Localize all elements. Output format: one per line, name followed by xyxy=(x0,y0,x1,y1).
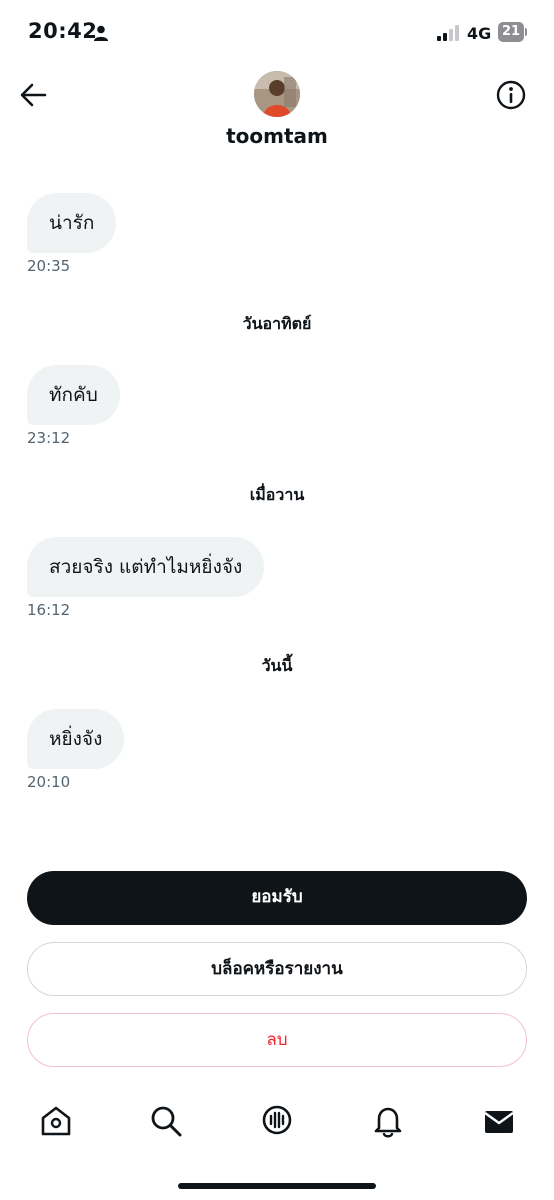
mail-icon[interactable] xyxy=(481,1103,517,1139)
info-icon[interactable] xyxy=(495,79,527,111)
battery-cap xyxy=(525,28,527,36)
accept-button[interactable]: ยอมรับ xyxy=(27,871,527,925)
message-timestamp: 20:10 xyxy=(27,773,71,791)
date-separator: เมื่อวาน xyxy=(249,485,305,504)
battery-level: 21 xyxy=(501,24,521,39)
battery-indicator: 21 xyxy=(498,22,527,42)
date-separator: วันนี้ xyxy=(261,656,293,675)
message-bubble[interactable]: ทักคับ xyxy=(27,365,120,425)
date-separator: วันอาทิตย์ xyxy=(242,314,312,333)
message-bubble[interactable]: น่ารัก xyxy=(27,193,117,253)
conversation-username: toomtam xyxy=(226,124,328,148)
block-report-button[interactable]: บล็อคหรือรายงาน xyxy=(27,942,527,996)
avatar[interactable] xyxy=(254,71,300,117)
spaces-icon[interactable] xyxy=(259,1103,295,1139)
message-bubble[interactable]: หยิ่งจัง xyxy=(27,709,125,769)
search-icon[interactable] xyxy=(148,1103,184,1139)
message-timestamp: 16:12 xyxy=(27,601,71,619)
avatar-image xyxy=(254,71,300,117)
network-label: 4G xyxy=(467,24,492,43)
message-timestamp: 20:35 xyxy=(27,257,71,275)
home-icon[interactable] xyxy=(38,1103,74,1139)
person-icon xyxy=(94,25,108,41)
message-bubble[interactable]: สวยจริง แต่ทำไมหยิ่งจัง xyxy=(27,537,265,597)
arrow-left-icon[interactable] xyxy=(18,80,48,110)
status-time: 20:42 xyxy=(28,19,98,43)
delete-button[interactable]: ลบ xyxy=(27,1013,527,1067)
signal-icon xyxy=(437,25,459,41)
home-indicator xyxy=(178,1183,376,1189)
status-bar: 20:42 4G 21 xyxy=(0,0,554,64)
message-timestamp: 23:12 xyxy=(27,429,71,447)
bell-icon[interactable] xyxy=(370,1103,406,1139)
